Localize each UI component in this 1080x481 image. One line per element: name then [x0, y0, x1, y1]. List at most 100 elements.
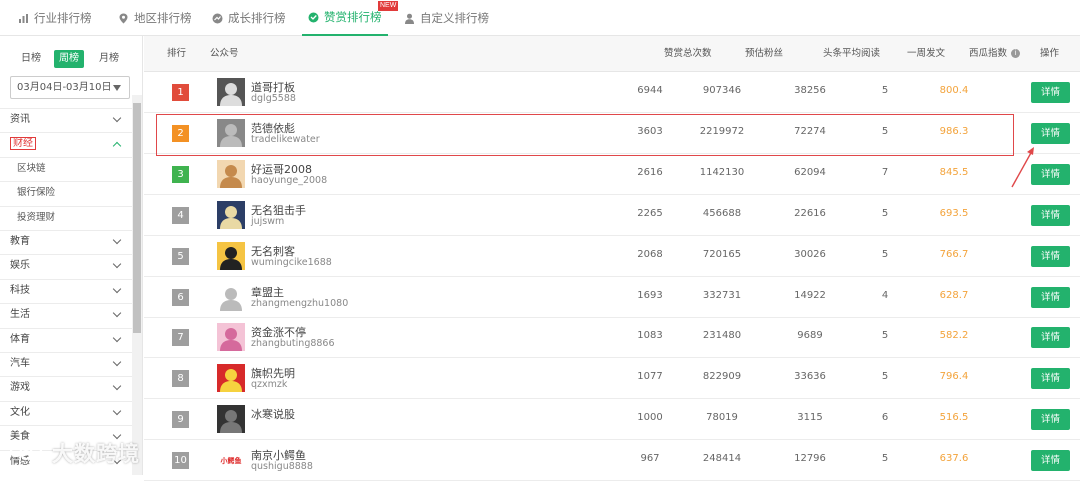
- user-icon: [404, 13, 415, 24]
- col-xigua-index[interactable]: 西瓜指数 i: [969, 36, 1021, 72]
- date-range-select[interactable]: 03月04日-03月10日: [10, 76, 130, 99]
- detail-button[interactable]: 详情: [1031, 122, 1070, 144]
- reward-count: 6944: [637, 85, 663, 96]
- avatar[interactable]: 小鳄鱼: [217, 446, 245, 475]
- est-fans: 248414: [702, 453, 742, 465]
- category-item[interactable]: 体育: [0, 327, 132, 351]
- avatar[interactable]: [217, 200, 245, 229]
- avatar[interactable]: [217, 241, 245, 270]
- reward-count: 1077: [637, 371, 663, 383]
- period-week-button[interactable]: 周榜: [54, 50, 84, 68]
- category-item[interactable]: 汽车: [0, 352, 132, 375]
- rank-badge: 5: [172, 247, 189, 265]
- tab-growth-ranking[interactable]: 成长排行榜: [212, 0, 286, 36]
- reward-count: 2616: [637, 166, 663, 178]
- avatar[interactable]: [217, 282, 245, 311]
- table-row: 8 旗帜先明 qzxmzk 1077 822909 33636 5 796.4 详情: [144, 358, 1080, 400]
- weekly-posts: 5: [881, 371, 889, 383]
- chevron-down-icon: [112, 235, 122, 245]
- detail-button[interactable]: 详情: [1031, 245, 1070, 267]
- chevron-down-icon: [112, 357, 122, 367]
- avatar[interactable]: [217, 405, 245, 434]
- tab-label: 自定义排行榜: [420, 11, 489, 25]
- detail-button[interactable]: 详情: [1031, 204, 1070, 226]
- subcategory-item[interactable]: 投资理财: [0, 205, 132, 229]
- detail-button[interactable]: 详情: [1031, 450, 1070, 472]
- detail-button[interactable]: 详情: [1031, 82, 1070, 103]
- subcategory-item[interactable]: 银行保险: [0, 181, 132, 205]
- avatar[interactable]: [217, 78, 245, 106]
- weekly-posts: 5: [881, 85, 889, 96]
- account-id: qzxmzk: [251, 379, 288, 391]
- rank-badge: 1: [172, 84, 189, 101]
- reward-count: 1000: [637, 412, 663, 424]
- new-badge: NEW: [378, 1, 399, 11]
- avg-reads: 22616: [794, 207, 826, 219]
- detail-button[interactable]: 详情: [1031, 327, 1070, 349]
- chevron-down-icon: [112, 284, 122, 294]
- watermark-logo-icon: [9, 443, 43, 461]
- category-item[interactable]: 娱乐: [0, 254, 132, 277]
- avg-reads: 62094: [794, 166, 826, 178]
- category-item[interactable]: 游戏: [0, 376, 132, 399]
- detail-button[interactable]: 详情: [1031, 368, 1070, 390]
- avg-reads: 33636: [794, 371, 826, 383]
- rank-badge: 10: [172, 452, 189, 470]
- tab-reward-ranking[interactable]: 赞赏排行榜 NEW: [302, 0, 399, 36]
- xigua-index: 516.5: [939, 412, 969, 424]
- category-label: 科技: [10, 284, 30, 296]
- chevron-down-icon: [112, 406, 122, 416]
- account-id: qushigu8888: [251, 461, 313, 473]
- col-est-fans[interactable]: 预估粉丝: [745, 36, 783, 72]
- account-id: zhangbuting8866: [251, 338, 335, 350]
- svg-text:小鳄鱼: 小鳄鱼: [220, 456, 242, 465]
- scrollbar-thumb[interactable]: [133, 103, 141, 333]
- category-label: 资讯: [10, 114, 30, 125]
- col-action: 操作: [1040, 48, 1060, 59]
- period-month-button[interactable]: 月榜: [94, 50, 124, 68]
- tab-custom-ranking[interactable]: 自定义排行榜: [404, 0, 489, 36]
- ranking-tabs: 行业排行榜 地区排行榜 成长排行榜 赞赏排行榜 NEW 自定义排行榜: [0, 0, 1080, 36]
- reward-count: 2265: [637, 207, 663, 219]
- reward-count: 1693: [637, 289, 663, 301]
- avatar[interactable]: [217, 159, 245, 188]
- weekly-posts: 5: [881, 207, 889, 219]
- period-day-button[interactable]: 日榜: [16, 50, 46, 68]
- tab-region-ranking[interactable]: 地区排行榜: [118, 0, 192, 36]
- category-label: 文化: [10, 406, 30, 418]
- detail-button[interactable]: 详情: [1031, 286, 1070, 308]
- col-avg-reads[interactable]: 头条平均阅读: [823, 36, 880, 72]
- category-label: 游戏: [10, 382, 30, 394]
- avatar[interactable]: [217, 364, 245, 393]
- category-item[interactable]: 生活: [0, 303, 132, 326]
- est-fans: 720165: [702, 248, 742, 260]
- xigua-index: 800.4: [939, 85, 969, 96]
- category-label: 区块链: [17, 162, 46, 174]
- table-row: 5 无名刺客 wumingcike1688 2068 720165 30026 5 766.7…: [144, 236, 1080, 277]
- info-icon[interactable]: i: [1011, 49, 1021, 58]
- sidebar-scrollbar[interactable]: [132, 95, 142, 475]
- tab-label: 成长排行榜: [228, 11, 286, 25]
- rank-badge: 3: [172, 165, 189, 183]
- xigua-index: 766.7: [939, 248, 969, 260]
- category-item[interactable]: 文化: [0, 400, 132, 424]
- subcategory-item[interactable]: 区块链: [0, 156, 132, 180]
- category-label: 银行保险: [17, 187, 56, 199]
- account-id: haoyunge_2008: [251, 174, 328, 186]
- col-reward-count[interactable]: 赞赏总次数: [664, 36, 712, 72]
- chevron-down-icon: [112, 260, 122, 269]
- rank-badge: 8: [172, 370, 189, 388]
- account-name[interactable]: 冰寒说股: [251, 406, 295, 422]
- category-item[interactable]: 科技: [0, 278, 132, 302]
- tab-industry-ranking[interactable]: 行业排行榜: [18, 0, 92, 36]
- highlight-box: [156, 114, 1014, 156]
- category-item[interactable]: 财经: [0, 132, 132, 155]
- col-weekly-posts[interactable]: 一周发文: [907, 36, 945, 72]
- category-item[interactable]: 资讯: [0, 108, 132, 131]
- xigua-index: 582.2: [939, 330, 969, 342]
- rank-badge: 6: [172, 288, 189, 306]
- category-item[interactable]: 教育: [0, 230, 132, 253]
- avatar[interactable]: [217, 323, 245, 352]
- rank-badge: 7: [172, 329, 189, 347]
- detail-button[interactable]: 详情: [1031, 409, 1070, 431]
